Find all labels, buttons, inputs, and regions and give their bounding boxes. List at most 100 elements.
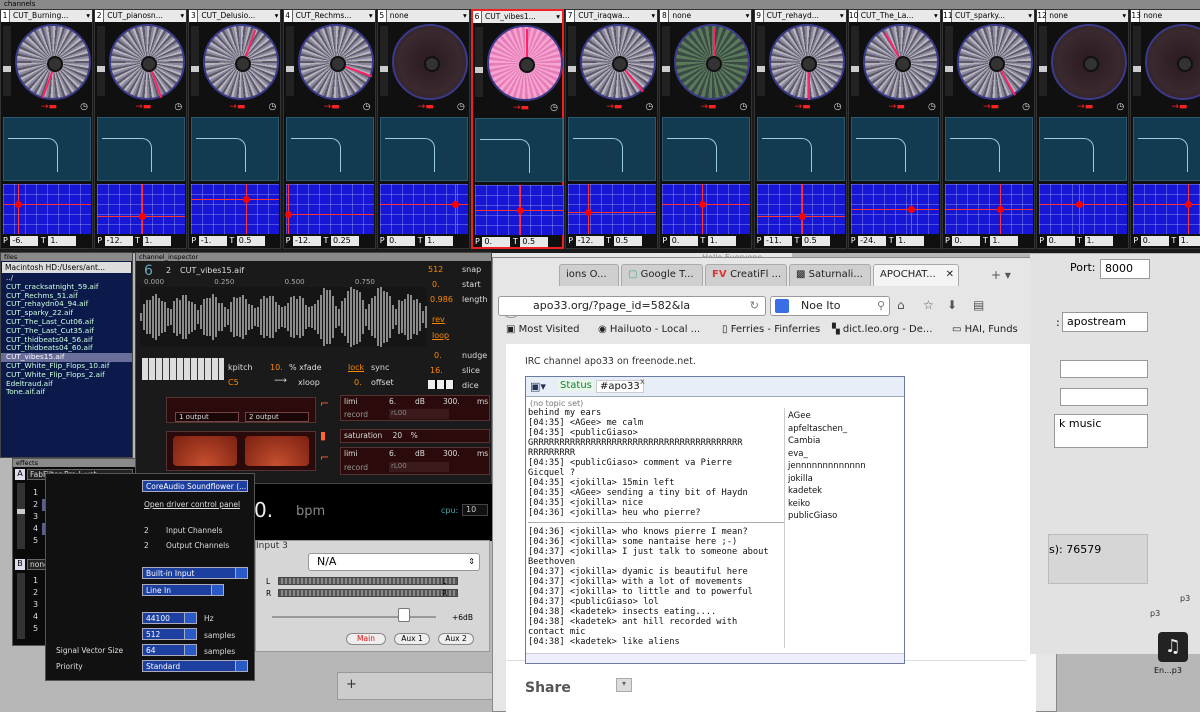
keyboard[interactable]: [142, 358, 224, 380]
xy-pad[interactable]: [379, 184, 468, 234]
gain-slider[interactable]: [272, 616, 436, 618]
saturation-value[interactable]: 20: [393, 431, 403, 440]
bookmark-ferries[interactable]: ▯ Ferries - Finferries: [722, 324, 820, 335]
pitch-value[interactable]: -12.: [575, 236, 604, 246]
aux2-button[interactable]: Aux 2: [438, 633, 474, 645]
play-arrow-icon[interactable]: →▬: [324, 102, 340, 112]
play-arrow-icon[interactable]: →▬: [1171, 102, 1187, 112]
limi-db-value-2[interactable]: 6.: [389, 449, 396, 458]
signal-vector-select[interactable]: 64: [142, 644, 197, 656]
tempo-value[interactable]: 0.5: [613, 236, 642, 246]
tab-close-icon[interactable]: ✕: [946, 265, 954, 285]
play-arrow-icon[interactable]: →▬: [983, 102, 999, 112]
xy-pad[interactable]: [284, 184, 374, 234]
eq-filter-display[interactable]: [191, 117, 280, 181]
pitch-value[interactable]: 0.: [952, 236, 981, 246]
bookmark-dict[interactable]: ▚ dict.leo.org - De...: [832, 324, 932, 335]
xy-pad[interactable]: [1133, 184, 1200, 234]
channel-header[interactable]: 6 CUT_vibes1... ▾: [473, 11, 562, 23]
channel-header[interactable]: 4 CUT_Rechms... ▾: [283, 10, 375, 22]
eq-filter-display[interactable]: [945, 117, 1033, 181]
irc-user[interactable]: Cambia: [788, 435, 902, 448]
desktop-file[interactable]: ♫ En...p3: [1150, 630, 1200, 690]
turntable-platter[interactable]: [580, 24, 657, 100]
eq-filter-display[interactable]: [662, 117, 751, 181]
dropdown-arrow-icon[interactable]: ▾: [1122, 10, 1126, 22]
output-2[interactable]: 2 output: [245, 412, 309, 422]
irc-user[interactable]: kadetek: [788, 485, 902, 498]
irc-tab-close[interactable]: x: [640, 377, 645, 386]
channel-header[interactable]: 11 CUT_sparky... ▾: [943, 10, 1034, 22]
xfade-value[interactable]: 10.: [270, 363, 283, 372]
play-arrow-icon[interactable]: →▬: [513, 103, 529, 113]
tempo-value[interactable]: 0.25: [330, 236, 359, 246]
channel-header[interactable]: 8 none ▾: [660, 10, 752, 22]
url-bar[interactable]: apo33.org/?page_id=582&la ↻: [498, 296, 766, 316]
pitch-value[interactable]: 0.: [1140, 236, 1169, 246]
turntable-platter[interactable]: [203, 24, 280, 100]
irc-user[interactable]: jokilla: [788, 473, 902, 486]
turntable-platter[interactable]: [391, 24, 468, 100]
tab-1[interactable]: ▢ Google T...: [621, 264, 703, 286]
clock-icon[interactable]: ◷: [740, 102, 748, 112]
search-icon[interactable]: ⚲: [877, 297, 885, 315]
turntable-platter[interactable]: [674, 24, 751, 100]
xy-pad[interactable]: [191, 184, 280, 234]
key-value[interactable]: C5: [228, 378, 239, 387]
tab-2[interactable]: FV CreatiFl ...: [705, 264, 787, 286]
clock-icon[interactable]: ◷: [645, 102, 653, 112]
pitch-value[interactable]: 0.: [482, 237, 511, 247]
clock-icon[interactable]: ◷: [269, 102, 277, 112]
channel-volume-slider[interactable]: [756, 26, 765, 96]
channel-volume-slider[interactable]: [568, 26, 577, 96]
mount-field[interactable]: apostream: [1062, 312, 1148, 332]
play-arrow-icon[interactable]: →▬: [1077, 102, 1093, 112]
channel-header[interactable]: 7 CUT_iraqwa... ▾: [566, 10, 658, 22]
eq-filter-display[interactable]: [285, 117, 374, 181]
channel-volume-slider[interactable]: [662, 26, 671, 96]
xy-pad[interactable]: [945, 184, 1033, 234]
clock-icon[interactable]: ◷: [457, 102, 465, 112]
eq-filter-display[interactable]: [1039, 117, 1128, 181]
open-driver-link[interactable]: Open driver control panel: [144, 500, 240, 509]
turntable-platter[interactable]: [768, 24, 845, 100]
snap-value[interactable]: 512: [428, 265, 443, 274]
turntable-platter[interactable]: [297, 24, 374, 100]
play-arrow-icon[interactable]: →▬: [606, 102, 622, 112]
channel-volume-slider[interactable]: [285, 26, 294, 96]
xy-pad[interactable]: [662, 184, 751, 234]
clock-icon[interactable]: ◷: [1022, 102, 1030, 112]
waveform[interactable]: [140, 286, 427, 348]
channel-volume-slider[interactable]: [3, 26, 11, 96]
driver-select[interactable]: CoreAudio Soundflower (...: [142, 480, 248, 492]
irc-channel-tab[interactable]: #apo33: [596, 380, 644, 393]
channel-header[interactable]: 13none▾: [1131, 10, 1200, 22]
eq-filter-display[interactable]: [3, 117, 91, 181]
channel-header[interactable]: 1 CUT_Burning... ▾: [1, 10, 92, 22]
files-path-select[interactable]: Macintosh HD:/Users/ant...: [2, 262, 131, 273]
bookmark-hailuoto[interactable]: ◉ Hailuoto - Local ...: [598, 324, 700, 335]
output-1[interactable]: 1 output: [175, 412, 239, 422]
eq-filter-display[interactable]: [568, 117, 657, 181]
channel-header[interactable]: 10 CUT_The_La... ▾: [848, 10, 940, 22]
loop-toggle[interactable]: loop: [432, 331, 449, 340]
clock-icon[interactable]: ◷: [174, 102, 182, 112]
addon-icon[interactable]: ▤: [973, 298, 984, 312]
tempo-value[interactable]: 0.5: [801, 236, 830, 246]
offset-value[interactable]: 0.: [354, 378, 362, 387]
line-select[interactable]: Line In: [142, 584, 224, 596]
genre-field[interactable]: k music: [1054, 414, 1148, 448]
dropdown-arrow-icon[interactable]: ▾: [840, 10, 844, 22]
turntable-platter[interactable]: [487, 25, 563, 101]
play-arrow-icon[interactable]: →▬: [41, 102, 57, 112]
play-arrow-icon[interactable]: →▬: [418, 102, 434, 112]
bpm-value[interactable]: 0.: [254, 498, 273, 522]
channel-volume-slider[interactable]: [379, 26, 388, 96]
channel-volume-slider[interactable]: [945, 26, 953, 96]
record-field-2[interactable]: rL00: [389, 462, 449, 472]
pitch-value[interactable]: -24.: [858, 236, 887, 246]
tempo-value[interactable]: 1.: [707, 236, 736, 246]
pitch-value[interactable]: -12.: [292, 236, 321, 246]
length-value[interactable]: 0.986: [430, 295, 453, 304]
irc-menu-icon[interactable]: ▣▾: [530, 380, 546, 393]
